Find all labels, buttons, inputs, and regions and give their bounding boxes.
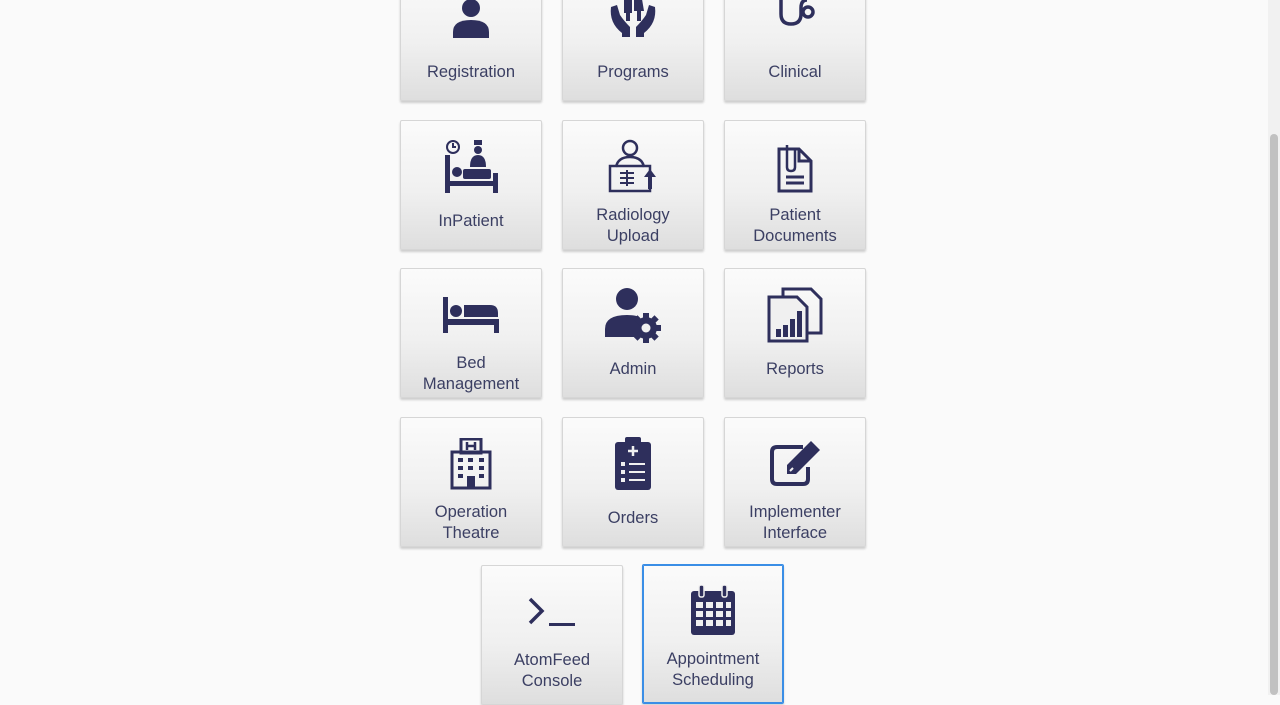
user-icon — [401, 0, 541, 46]
app-tile-patient-documents[interactable]: Patient Documents — [724, 120, 866, 250]
calendar-icon — [643, 583, 783, 639]
app-tile-label: Reports — [766, 360, 824, 378]
vertical-scrollbar[interactable] — [1268, 0, 1280, 695]
app-tile-label: Implementer Interface — [749, 503, 841, 542]
app-tile-label: Bed Management — [422, 354, 520, 393]
app-tile-label: Registration — [426, 63, 516, 81]
reports-chart-icon — [725, 287, 865, 343]
app-tile-atomfeed-console[interactable]: AtomFeed Console — [481, 565, 623, 705]
clipboard-list-icon — [563, 436, 703, 492]
inpatient-icon — [401, 139, 541, 195]
hospital-icon — [401, 436, 541, 492]
app-tile-implementer-interface[interactable]: Implementer Interface — [724, 417, 866, 547]
app-tile-label: InPatient — [438, 212, 504, 230]
app-tile-bed-management[interactable]: Bed Management — [400, 268, 542, 398]
user-gear-icon — [563, 287, 703, 343]
app-tile-operation-theatre[interactable]: Operation Theatre — [400, 417, 542, 547]
app-tile-label: Radiology Upload — [596, 206, 670, 245]
app-tile-label: AtomFeed Console — [513, 651, 591, 690]
app-tile-label: Orders — [607, 509, 659, 527]
document-clip-icon — [725, 139, 865, 195]
family-hands-icon — [563, 0, 703, 42]
bed-icon — [401, 287, 541, 343]
app-tile-label: Operation Theatre — [434, 503, 508, 542]
stethoscope-icon — [725, 0, 865, 46]
app-tile-reports[interactable]: Reports — [724, 268, 866, 398]
app-tile-appointment-scheduling[interactable]: Appointment Scheduling — [642, 564, 784, 704]
app-tile-label: Appointment Scheduling — [666, 650, 760, 689]
scrollbar-thumb[interactable] — [1270, 134, 1278, 695]
terminal-icon — [482, 584, 622, 640]
radiology-icon — [563, 139, 703, 195]
app-tile-clinical[interactable]: Clinical — [724, 0, 866, 101]
app-tile-label: Programs — [597, 63, 669, 81]
app-tile-programs[interactable]: Programs — [562, 0, 704, 101]
app-tile-registration[interactable]: Registration — [400, 0, 542, 101]
app-tile-orders[interactable]: Orders — [562, 417, 704, 547]
app-tile-inpatient[interactable]: InPatient — [400, 120, 542, 250]
edit-pencil-icon — [725, 436, 865, 492]
app-tile-admin[interactable]: Admin — [562, 268, 704, 398]
app-tile-label: Clinical — [768, 63, 822, 81]
app-tile-label: Patient Documents — [753, 206, 837, 245]
app-tile-label: Admin — [609, 360, 657, 378]
app-tile-radiology-upload[interactable]: Radiology Upload — [562, 120, 704, 250]
